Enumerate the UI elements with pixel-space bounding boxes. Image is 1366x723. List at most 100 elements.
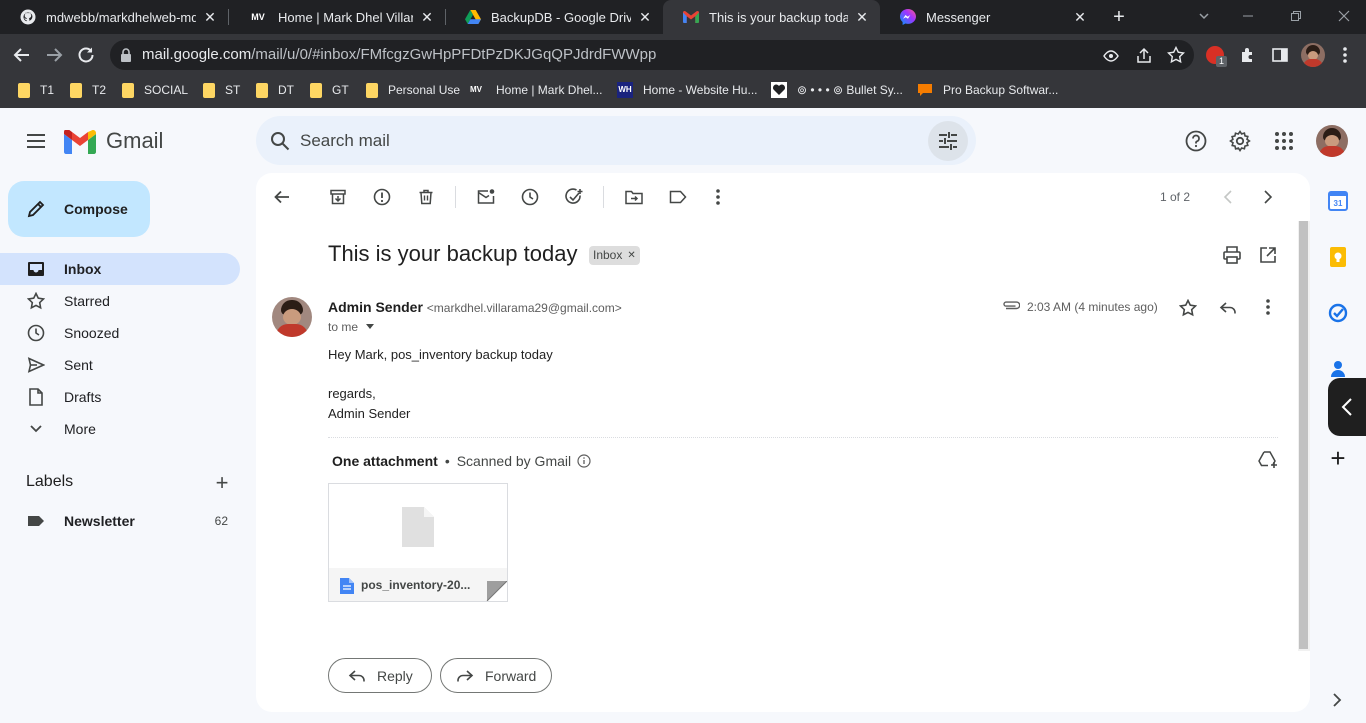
minimize-window-icon[interactable] xyxy=(1240,8,1256,24)
browser-tab-gmail-active[interactable]: This is your backup today - ✕ xyxy=(663,0,880,34)
snooze-clock-icon[interactable] xyxy=(520,187,540,207)
search-options-button[interactable] xyxy=(928,121,968,161)
nav-item-starred[interactable]: Starred xyxy=(0,285,240,317)
nav-item-inbox[interactable]: Inbox xyxy=(0,253,240,285)
newer-chevron-left-icon[interactable] xyxy=(1218,187,1238,207)
nav-item-more[interactable]: More xyxy=(0,413,240,445)
search-input[interactable]: Search mail xyxy=(300,131,390,151)
account-avatar[interactable] xyxy=(1316,125,1348,157)
attachment-card[interactable]: pos_inventory-20... xyxy=(328,483,508,602)
more-vert-icon[interactable] xyxy=(708,187,728,207)
close-tab-icon[interactable]: ✕ xyxy=(854,9,870,25)
add-to-tasks-icon[interactable] xyxy=(564,187,584,207)
bookmark-star-icon[interactable] xyxy=(1167,46,1185,64)
google-calendar-icon[interactable]: 31 xyxy=(1328,191,1348,211)
details-dropdown-icon[interactable] xyxy=(365,324,375,330)
forward-arrow-icon[interactable] xyxy=(44,45,64,65)
mv-logo-icon: MV xyxy=(470,85,482,94)
eye-icon[interactable] xyxy=(1103,48,1119,64)
nav-item-sent[interactable]: Sent xyxy=(0,349,240,381)
browser-tab-messenger[interactable]: Messenger ✕ xyxy=(880,0,1098,34)
side-panel-toggle[interactable] xyxy=(1328,378,1366,436)
nav-item-drafts[interactable]: Drafts xyxy=(0,381,240,413)
info-icon[interactable] xyxy=(577,454,591,468)
older-chevron-right-icon[interactable] xyxy=(1258,187,1278,207)
bookmark-personal-use[interactable]: Personal Use xyxy=(364,80,460,100)
google-keep-icon[interactable] xyxy=(1328,247,1348,267)
nav-item-snoozed[interactable]: Snoozed xyxy=(0,317,240,349)
scrollbar-track[interactable] xyxy=(1298,221,1310,651)
get-addons-icon[interactable]: + xyxy=(1328,445,1348,471)
open-new-window-icon[interactable] xyxy=(1259,246,1277,264)
attachment-clip-icon xyxy=(1002,299,1020,311)
forward-button[interactable]: Forward xyxy=(440,658,552,693)
close-tab-icon[interactable]: ✕ xyxy=(202,9,218,25)
add-label-icon[interactable]: + xyxy=(212,472,232,494)
main-menu-icon[interactable] xyxy=(26,132,46,150)
tab-search-icon[interactable] xyxy=(1196,8,1212,24)
google-contacts-icon[interactable] xyxy=(1328,359,1348,377)
bookmark-pro-backup[interactable]: Pro Backup Softwar... xyxy=(917,80,1058,100)
nav-label: Drafts xyxy=(64,389,102,405)
star-message-icon[interactable] xyxy=(1179,299,1197,317)
close-tab-icon[interactable]: ✕ xyxy=(1072,9,1088,25)
hide-side-panel-icon[interactable] xyxy=(1331,693,1343,707)
bookmark-home-mark-dhel[interactable]: MV Home | Mark Dhel... xyxy=(470,80,602,100)
browser-tab-github[interactable]: mdwebb/markdhelweb-md ✕ xyxy=(0,0,228,34)
google-tasks-icon[interactable] xyxy=(1328,303,1348,323)
move-to-folder-icon[interactable] xyxy=(624,187,644,207)
sender-name[interactable]: Admin Sender xyxy=(328,299,423,315)
profile-avatar[interactable] xyxy=(1301,43,1325,67)
bookmark-dt[interactable]: DT xyxy=(254,80,294,100)
extensions-puzzle-icon[interactable] xyxy=(1239,46,1257,64)
new-tab-icon[interactable]: + xyxy=(1110,7,1128,27)
forward-label: Forward xyxy=(485,667,537,684)
reload-icon[interactable] xyxy=(76,45,96,65)
back-arrow-icon[interactable] xyxy=(12,45,32,65)
report-spam-icon[interactable] xyxy=(372,187,392,207)
browser-tab-drive[interactable]: BackupDB - Google Drive ✕ xyxy=(445,0,663,34)
reply-icon xyxy=(347,666,367,686)
recipient-text: to me xyxy=(328,320,359,334)
nav-label: Inbox xyxy=(64,261,102,277)
reply-arrow-icon[interactable] xyxy=(1219,300,1237,316)
print-icon[interactable] xyxy=(1222,245,1242,265)
delete-trash-icon[interactable] xyxy=(416,187,436,207)
label-tag-icon[interactable] xyxy=(668,187,688,207)
help-icon[interactable] xyxy=(1185,130,1207,152)
browser-tab-home[interactable]: MV Home | Mark Dhel Villarama ✕ xyxy=(228,0,445,34)
scrollbar-thumb[interactable] xyxy=(1299,221,1308,649)
reply-button[interactable]: Reply xyxy=(328,658,432,693)
bookmark-social[interactable]: SOCIAL xyxy=(120,80,188,100)
bookmark-bullet-system[interactable]: ⊚ • • • ⊚ Bullet Sy... xyxy=(771,80,903,100)
gmail-logo-icon[interactable] xyxy=(64,130,96,154)
mark-unread-icon[interactable] xyxy=(476,187,496,207)
inbox-label-chip[interactable]: Inbox ✕ xyxy=(589,246,640,265)
add-to-drive-icon[interactable] xyxy=(1258,451,1278,469)
close-window-icon[interactable] xyxy=(1336,8,1352,24)
file-placeholder-icon xyxy=(402,507,434,547)
settings-gear-icon[interactable] xyxy=(1229,130,1251,152)
browser-menu-icon[interactable] xyxy=(1343,46,1347,64)
restore-window-icon[interactable] xyxy=(1288,8,1304,24)
side-panel-icon[interactable] xyxy=(1271,46,1289,64)
compose-button[interactable]: Compose xyxy=(8,181,150,237)
share-icon[interactable] xyxy=(1135,47,1153,65)
close-tab-icon[interactable]: ✕ xyxy=(419,9,435,25)
sender-avatar[interactable] xyxy=(272,297,312,337)
close-tab-icon[interactable]: ✕ xyxy=(637,9,653,25)
archive-icon[interactable] xyxy=(328,187,348,207)
lock-icon[interactable] xyxy=(120,48,132,62)
remove-label-icon[interactable]: ✕ xyxy=(627,246,635,265)
bookmark-t2[interactable]: T2 xyxy=(68,80,106,100)
bookmark-t1[interactable]: T1 xyxy=(16,80,54,100)
google-apps-icon[interactable] xyxy=(1274,131,1294,151)
label-item-newsletter[interactable]: Newsletter 62 xyxy=(0,505,240,537)
bookmark-website-hub[interactable]: WH Home - Website Hu... xyxy=(617,80,757,100)
search-icon[interactable] xyxy=(270,131,290,151)
bookmark-gt[interactable]: GT xyxy=(308,80,349,100)
bookmark-st[interactable]: ST xyxy=(201,80,240,100)
back-to-inbox-icon[interactable] xyxy=(272,187,292,207)
recipients-toggle[interactable]: to me xyxy=(328,320,375,334)
message-more-icon[interactable] xyxy=(1266,299,1270,315)
